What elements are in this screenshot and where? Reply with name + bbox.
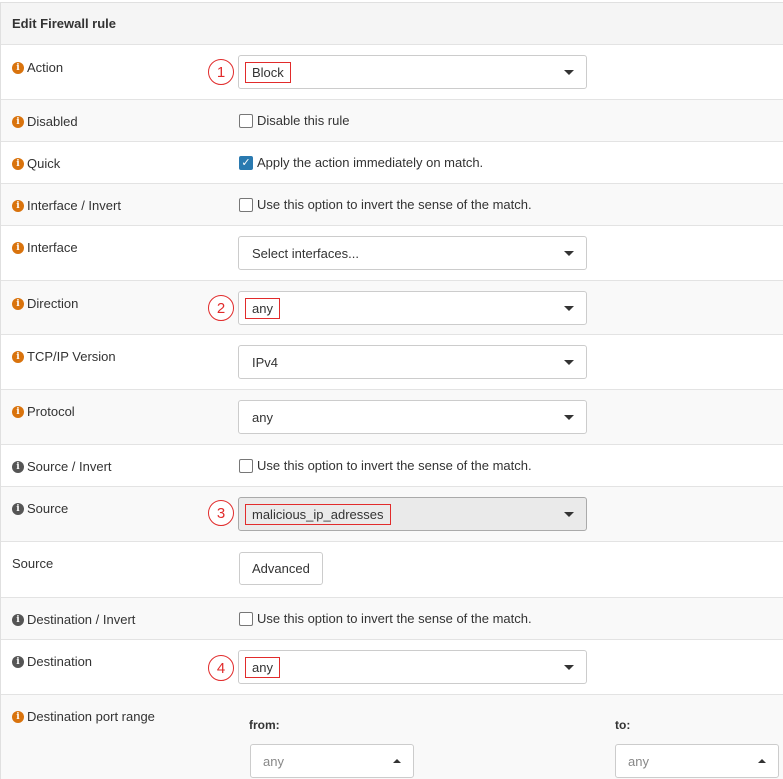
caret-down-icon <box>564 251 574 256</box>
destination-select-value: any <box>245 656 280 678</box>
destination-invert-checkbox[interactable]: Use this option to invert the sense of t… <box>239 611 532 626</box>
source-invert-checkbox[interactable]: Use this option to invert the sense of t… <box>239 458 532 473</box>
annotation-marker-3: 3 <box>208 500 234 526</box>
row-quick: i Quick ✓ Apply the action immediately on… <box>1 142 783 184</box>
action-select-value: Block <box>245 61 291 83</box>
info-icon[interactable]: i <box>12 710 24 723</box>
direction-label: Direction <box>27 296 79 311</box>
info-icon[interactable]: i <box>12 655 24 668</box>
direction-select-value: any <box>245 297 280 319</box>
destination-invert-checkbox-label: Use this option to invert the sense of t… <box>257 611 532 626</box>
row-disabled: i Disabled Disable this rule <box>1 100 783 142</box>
port-from-select[interactable]: any <box>250 744 414 778</box>
checkbox-icon[interactable] <box>239 113 253 128</box>
checkbox-icon[interactable] <box>239 197 253 212</box>
row-source: i Source 3 malicious_ip_adresses <box>1 487 783 542</box>
port-range-group: from: to: any any <box>238 708 783 779</box>
destination-label: Destination <box>27 654 93 669</box>
annotation-marker-4: 4 <box>208 655 234 681</box>
row-destination-invert: i Destination / Invert Use this option to… <box>1 598 783 640</box>
protocol-select-value: any <box>252 409 273 425</box>
source-select[interactable]: malicious_ip_adresses <box>238 497 587 531</box>
checkbox-icon[interactable] <box>239 611 253 626</box>
interface-select-value: Select interfaces... <box>252 245 359 261</box>
disable-rule-checkbox-label: Disable this rule <box>257 113 350 128</box>
port-to-select[interactable]: any <box>615 744 779 778</box>
row-interface: i Interface Select interfaces... <box>1 226 783 281</box>
info-icon[interactable]: i <box>12 241 24 254</box>
tcpip-version-select[interactable]: IPv4 <box>238 345 587 379</box>
caret-down-icon <box>564 360 574 365</box>
quick-checkbox[interactable]: ✓ Apply the action immediately on match. <box>239 155 483 170</box>
source-label: Source <box>27 501 69 516</box>
row-interface-invert: i Interface / Invert Use this option to i… <box>1 184 783 226</box>
caret-up-icon <box>758 759 766 763</box>
info-icon[interactable]: i <box>12 157 24 170</box>
tcpip-version-select-value: IPv4 <box>252 354 279 370</box>
advanced-button[interactable]: Advanced <box>239 552 323 585</box>
info-icon[interactable]: i <box>12 502 24 515</box>
caret-down-icon <box>564 665 574 670</box>
action-label: Action <box>27 60 64 75</box>
info-icon[interactable]: i <box>12 350 24 363</box>
row-protocol: i Protocol any <box>1 390 783 445</box>
info-icon[interactable]: i <box>12 405 24 418</box>
tcpip-version-label: TCP/IP Version <box>27 349 116 364</box>
caret-up-icon <box>393 759 401 763</box>
disable-rule-checkbox[interactable]: Disable this rule <box>239 113 350 128</box>
row-action: i Action 1 Block <box>1 45 783 100</box>
port-from-value: any <box>263 753 284 769</box>
info-icon[interactable]: i <box>12 115 24 128</box>
edit-firewall-rule-panel: Edit Firewall rule i Action 1 Block i Disa… <box>0 2 783 779</box>
interface-label: Interface <box>27 240 78 255</box>
panel-title: Edit Firewall rule <box>1 3 783 45</box>
destination-port-range-label: Destination port range <box>27 709 155 724</box>
source-invert-label: Source / Invert <box>27 459 112 474</box>
row-tcpip-version: i TCP/IP Version IPv4 <box>1 335 783 390</box>
info-icon[interactable]: i <box>12 297 24 310</box>
source-invert-checkbox-label: Use this option to invert the sense of t… <box>257 458 532 473</box>
quick-label: Quick <box>27 156 61 171</box>
row-destination-port-range: i Destination port range from: to: any an… <box>1 695 783 779</box>
destination-invert-label: Destination / Invert <box>27 612 136 627</box>
interface-invert-checkbox-label: Use this option to invert the sense of t… <box>257 197 532 212</box>
interface-invert-checkbox[interactable]: Use this option to invert the sense of t… <box>239 197 532 212</box>
source-advanced-label: Source <box>12 556 54 571</box>
port-to-label: to: <box>615 718 631 732</box>
quick-checkbox-label: Apply the action immediately on match. <box>257 155 484 170</box>
caret-down-icon <box>564 70 574 75</box>
direction-select[interactable]: any <box>238 291 587 325</box>
caret-down-icon <box>564 512 574 517</box>
row-destination: i Destination 4 any <box>1 640 783 695</box>
destination-select[interactable]: any <box>238 650 587 684</box>
checkmark-icon[interactable]: ✓ <box>239 155 253 170</box>
action-select[interactable]: Block <box>238 55 587 89</box>
source-select-value: malicious_ip_adresses <box>245 503 391 525</box>
interface-select[interactable]: Select interfaces... <box>238 236 587 270</box>
annotation-marker-2: 2 <box>208 295 234 321</box>
info-icon[interactable]: i <box>12 613 24 626</box>
info-icon[interactable]: i <box>12 199 24 212</box>
annotation-marker-1: 1 <box>208 59 234 85</box>
protocol-label: Protocol <box>27 404 75 419</box>
info-icon[interactable]: i <box>12 61 24 74</box>
row-source-advanced: Source Advanced <box>1 542 783 598</box>
disabled-label: Disabled <box>27 114 78 129</box>
info-icon[interactable]: i <box>12 460 24 473</box>
interface-invert-label: Interface / Invert <box>27 198 121 213</box>
row-source-invert: i Source / Invert Use this option to inve… <box>1 445 783 487</box>
row-direction: i Direction 2 any <box>1 281 783 335</box>
checkbox-icon[interactable] <box>239 458 253 473</box>
caret-down-icon <box>564 415 574 420</box>
port-to-value: any <box>628 753 649 769</box>
protocol-select[interactable]: any <box>238 400 587 434</box>
port-from-label: from: <box>249 718 280 732</box>
caret-down-icon <box>564 306 574 311</box>
